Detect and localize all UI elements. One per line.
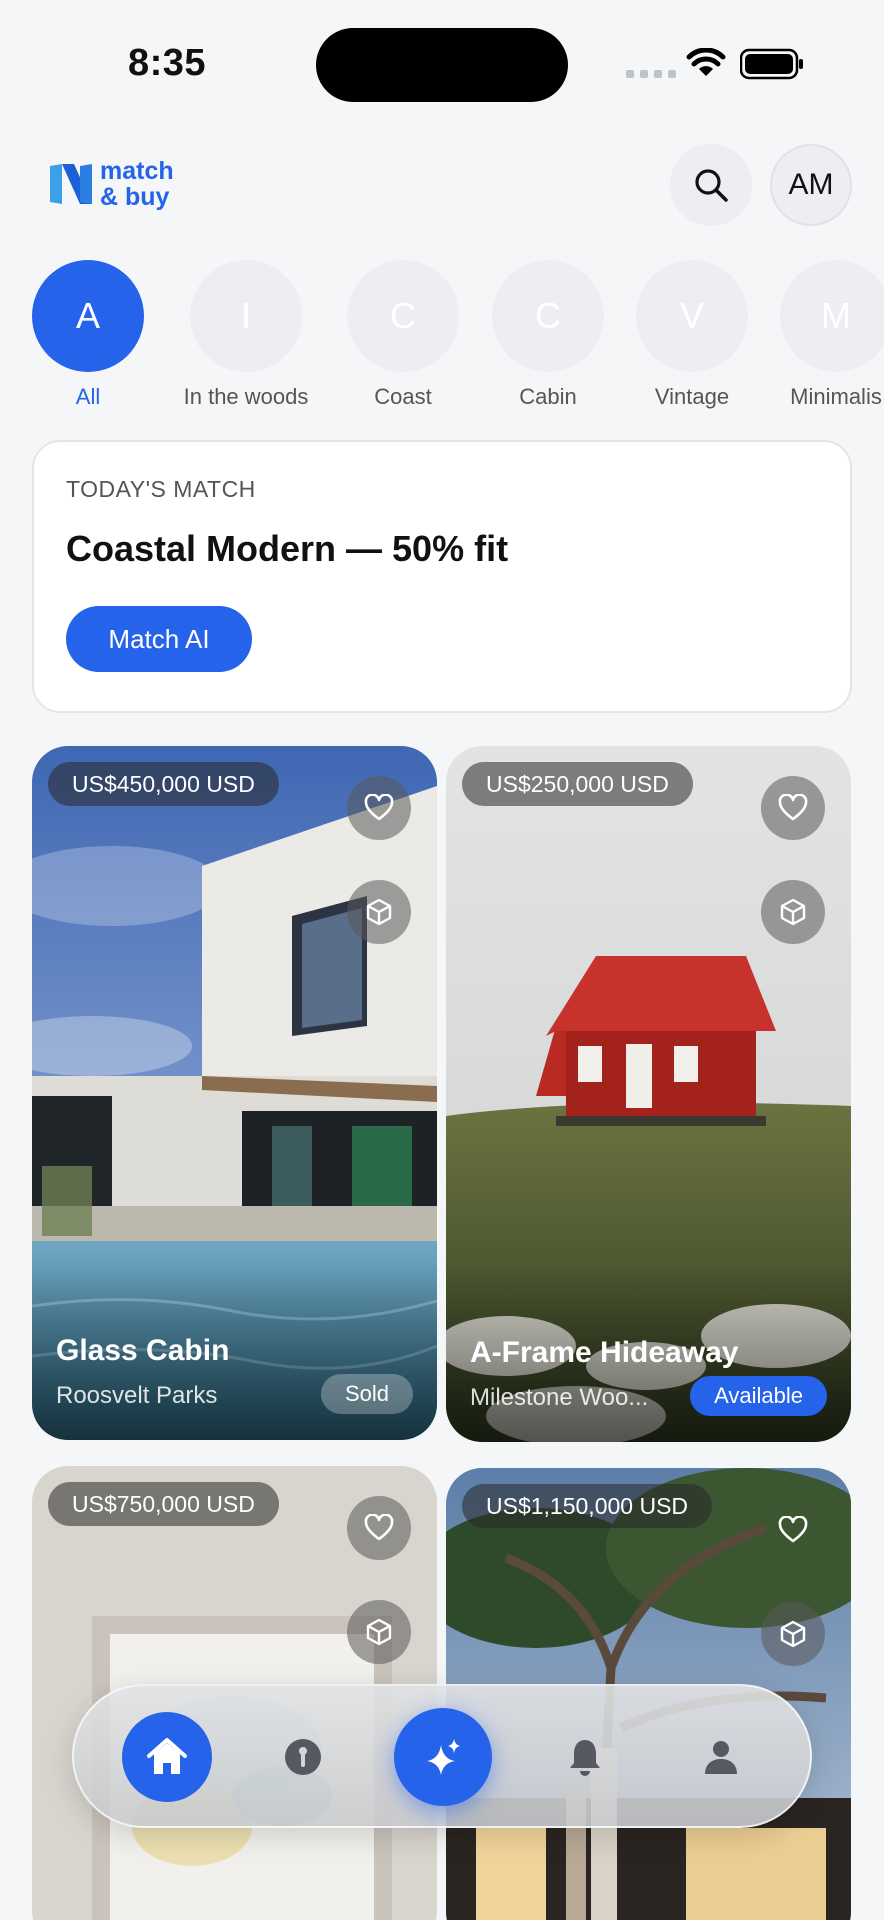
category-vintage[interactable]: V Vintage — [622, 260, 762, 410]
category-in-the-woods[interactable]: I In the woods — [176, 260, 316, 410]
category-label: In the woods — [183, 384, 309, 409]
price-tag: US$450,000 USD — [48, 762, 279, 806]
todays-match-card[interactable]: TODAY'S MATCH Coastal Modern — 50% fit M… — [32, 440, 852, 713]
listing-card[interactable]: US$450,000 USD Glass Cabin Roosvelt Park… — [32, 746, 437, 1440]
tab-keys[interactable] — [258, 1712, 348, 1802]
heart-icon — [364, 794, 394, 821]
category-avatar: A — [32, 260, 144, 372]
heart-icon — [778, 794, 808, 821]
price-tag: US$250,000 USD — [462, 762, 693, 806]
home-icon — [147, 1738, 187, 1774]
profile-icon — [705, 1741, 737, 1774]
bottom-tab-bar — [72, 1684, 812, 1828]
match-ai-button[interactable]: Match AI — [66, 606, 252, 672]
category-cabin[interactable]: C Cabin — [478, 260, 618, 410]
price-tag: US$750,000 USD — [48, 1482, 279, 1526]
3d-view-button[interactable] — [761, 1602, 825, 1666]
search-button[interactable] — [670, 144, 752, 226]
cellular-signal-icon — [626, 70, 676, 78]
status-bar: 8:35 — [0, 0, 884, 130]
category-avatar: V — [636, 260, 748, 372]
tab-profile[interactable] — [676, 1712, 766, 1802]
favorite-button[interactable] — [347, 1496, 411, 1560]
category-all[interactable]: A All — [18, 260, 158, 410]
listing-location: Milestone Woo... — [470, 1384, 649, 1411]
listing-title: Glass Cabin — [56, 1334, 230, 1367]
category-avatar: C — [492, 260, 604, 372]
brand-logo[interactable]: match & buy — [48, 158, 174, 210]
listing-location: Roosvelt Parks — [56, 1382, 218, 1409]
status-time: 8:35 — [128, 42, 207, 84]
match-kicker: TODAY'S MATCH — [66, 476, 256, 502]
3d-view-button[interactable] — [347, 880, 411, 944]
sparkles-icon — [427, 1739, 460, 1775]
heart-icon — [364, 1514, 394, 1541]
cube-3d-icon — [780, 898, 806, 926]
category-avatar: I — [190, 260, 302, 372]
3d-view-button[interactable] — [761, 880, 825, 944]
cube-3d-icon — [366, 898, 392, 926]
logo-mark-icon — [50, 164, 92, 204]
battery-icon — [740, 48, 803, 80]
category-label: Minimalis — [790, 384, 882, 409]
tab-match-ai[interactable] — [394, 1708, 492, 1806]
avatar[interactable]: AM — [770, 144, 852, 226]
category-label: Coast — [374, 384, 432, 409]
dynamic-island — [316, 28, 568, 102]
cube-3d-icon — [780, 1620, 806, 1648]
favorite-button[interactable] — [761, 1498, 825, 1562]
match-title: Coastal Modern — 50% fit — [66, 528, 509, 569]
category-coast[interactable]: C Coast — [333, 260, 473, 410]
favorite-button[interactable] — [761, 776, 825, 840]
key-icon — [285, 1739, 321, 1775]
logo-text: match & buy — [100, 157, 174, 211]
wifi-icon — [686, 48, 726, 76]
category-filter-row: A All I In the woods C Coast C Cabin V V… — [0, 260, 884, 410]
search-icon — [695, 169, 728, 202]
category-minimalist[interactable]: M Minimalis — [766, 260, 884, 410]
category-avatar: C — [347, 260, 459, 372]
category-label: Vintage — [654, 384, 730, 409]
status-badge: Available — [690, 1376, 827, 1416]
favorite-button[interactable] — [347, 776, 411, 840]
category-label: All — [75, 384, 101, 409]
listing-title: A-Frame Hideaway — [470, 1336, 739, 1369]
3d-view-button[interactable] — [347, 1600, 411, 1664]
heart-icon — [778, 1516, 808, 1543]
price-tag: US$1,150,000 USD — [462, 1484, 713, 1528]
tab-home[interactable] — [122, 1712, 212, 1802]
category-avatar: M — [780, 260, 884, 372]
tab-notifications[interactable] — [540, 1712, 630, 1802]
status-badge: Sold — [320, 1374, 413, 1414]
listing-card[interactable]: US$250,000 USD A-Frame Hideaway Mileston… — [446, 746, 851, 1442]
cube-3d-icon — [366, 1618, 392, 1646]
bell-icon — [570, 1740, 600, 1776]
category-label: Cabin — [519, 384, 577, 409]
